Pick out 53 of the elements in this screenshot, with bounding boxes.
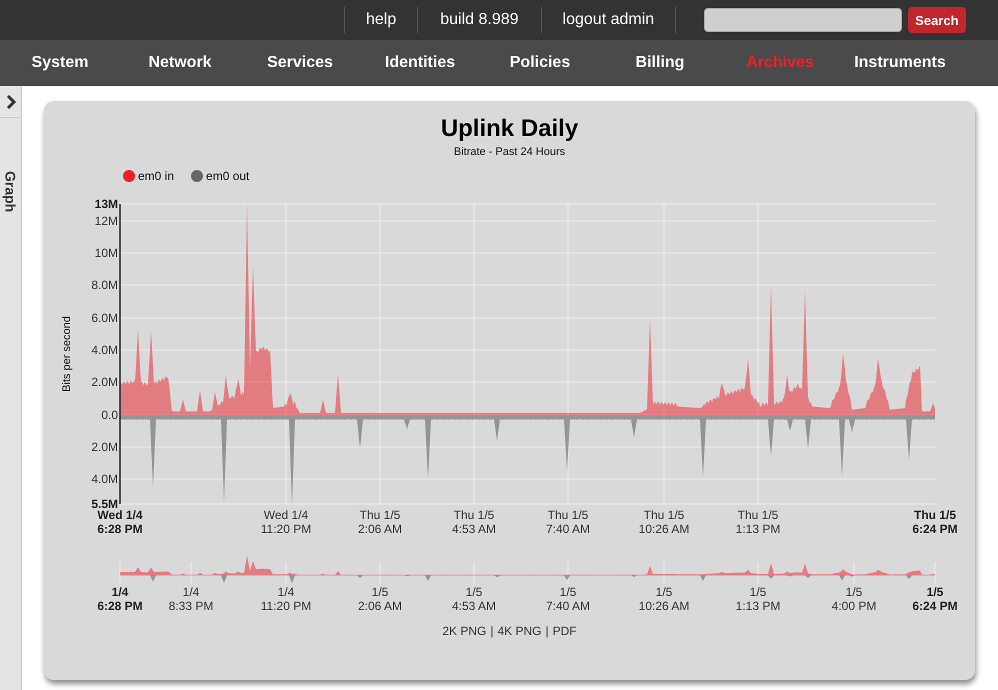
y-axis-label: 2.0M — [91, 440, 118, 454]
graph-title: Uplink Daily — [440, 115, 578, 143]
header-link[interactable]: build 8.989 — [418, 11, 541, 29]
export-link[interactable]: PDF — [552, 624, 577, 638]
x-axis-label: Thu 1/5 4:53 AM — [452, 508, 496, 536]
graph-subtitle: Bitrate - Past 24 Hours — [454, 146, 566, 158]
export-link[interactable]: 4K PNG — [498, 624, 542, 638]
overview-axis-label: 1/4 6:28 PM — [97, 585, 143, 613]
y-axis-label: 8.0M — [91, 278, 118, 292]
y-axis-label: 10M — [94, 246, 118, 260]
legend-label: em0 in — [138, 169, 174, 183]
overview-axis-label: 1/5 6:24 PM — [912, 585, 958, 613]
y-axis-label: 5.5M — [91, 497, 118, 511]
search-field[interactable] — [704, 8, 902, 32]
overview-axis-label: 1/5 2:06 AM — [358, 585, 402, 613]
x-axis-label: Wed 1/4 11:20 PM — [260, 508, 312, 536]
x-axis-label: Thu 1/5 10:26 AM — [638, 508, 690, 536]
overview-axis-label: 1/5 10:26 AM — [638, 585, 690, 613]
overview-axis-label: 1/4 8:33 PM — [168, 585, 214, 613]
nav-tab[interactable]: Instruments — [840, 40, 960, 86]
x-axis-label: Thu 1/5 2:06 AM — [358, 508, 402, 536]
nav-tab[interactable]: Network — [120, 40, 240, 86]
header-link[interactable]: help — [345, 11, 418, 29]
overview-axis-label: 1/5 7:40 AM — [546, 585, 590, 613]
y-axis-title: Bits per second — [61, 316, 73, 392]
y-axis-label: 0.0 — [101, 408, 118, 422]
link-separator: | — [490, 624, 494, 638]
y-axis-label: 6.0M — [91, 311, 118, 325]
nav-tab[interactable]: System — [0, 40, 120, 86]
y-axis-label: 4.0M — [91, 472, 118, 486]
x-axis-label: Thu 1/5 1:13 PM — [736, 508, 780, 536]
nav-tab[interactable]: Policies — [480, 40, 600, 86]
nav-tab[interactable]: Services — [240, 40, 360, 86]
export-link[interactable]: 2K PNG — [442, 624, 486, 638]
overview-axis-label: 1/5 4:00 PM — [832, 585, 876, 613]
x-axis-label: Wed 1/4 6:28 PM — [97, 508, 143, 536]
legend-label: em0 out — [206, 169, 250, 183]
y-axis-label: 4.0M — [91, 343, 118, 357]
chevron-right-icon — [6, 94, 16, 108]
y-axis-label: 12M — [94, 214, 118, 228]
search-button[interactable]: Search — [908, 7, 966, 33]
x-axis-label: Thu 1/5 7:40 AM — [546, 508, 590, 536]
header-link[interactable]: logout admin — [542, 11, 676, 29]
link-separator: | — [546, 624, 549, 638]
x-axis-label: Thu 1/5 6:24 PM — [912, 508, 958, 536]
overview-axis-label: 1/5 4:53 AM — [452, 585, 496, 613]
nav-tab[interactable]: Identities — [360, 40, 480, 86]
nav-tab[interactable]: Billing — [600, 40, 720, 86]
y-axis-label: 13M — [94, 197, 118, 211]
sidebar-tab[interactable]: Graph — [2, 171, 18, 212]
y-axis-label: 2.0M — [91, 375, 118, 389]
overview-axis-label: 1/4 11:20 PM — [260, 585, 312, 613]
overview-axis-label: 1/5 1:13 PM — [736, 585, 780, 613]
